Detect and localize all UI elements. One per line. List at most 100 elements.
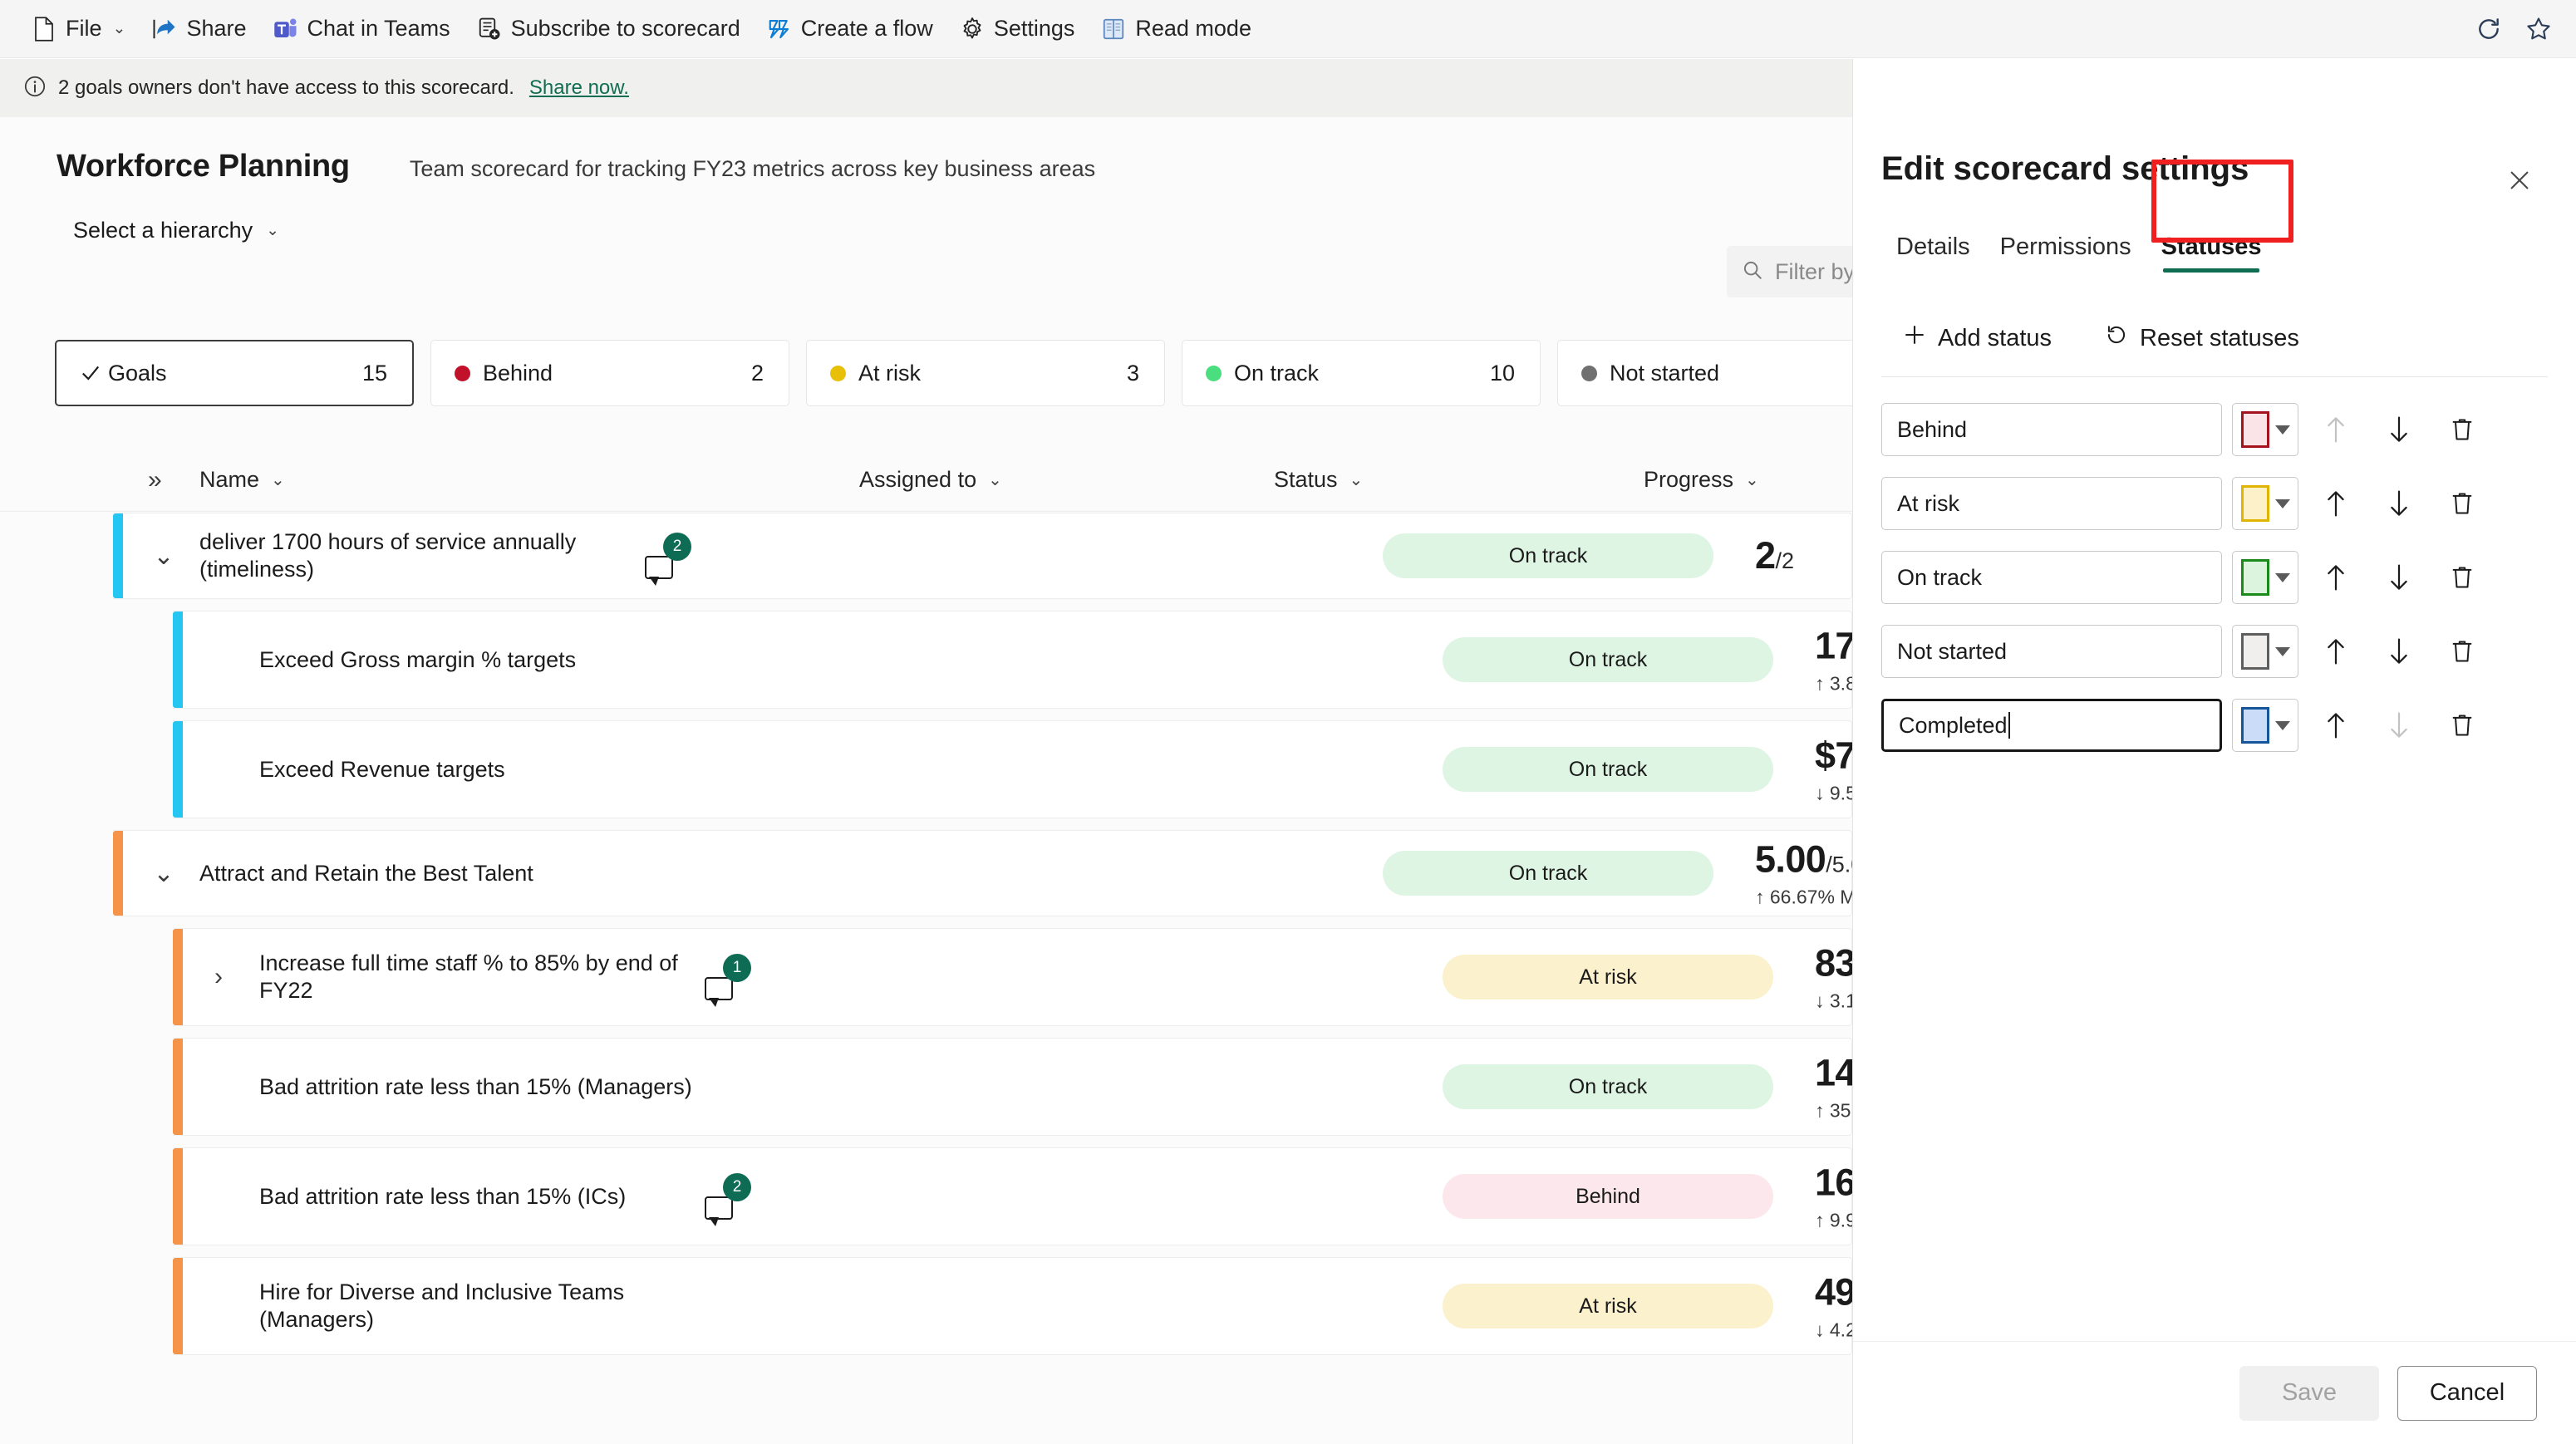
move-up-arrow-icon[interactable]: [2310, 700, 2362, 751]
table-row[interactable]: ⌄ deliver 1700 hours of service annually …: [113, 513, 1852, 599]
delete-trash-icon[interactable]: [2436, 700, 2488, 751]
color-swatch: [2241, 411, 2269, 448]
search-icon: [1742, 259, 1763, 285]
tab-permissions[interactable]: Permissions: [1985, 225, 2146, 279]
command-bar-right-icons: [2466, 0, 2561, 58]
command-bar: File ⌄ Share Chat in Teams Subscribe to …: [0, 0, 2576, 58]
status-color-picker[interactable]: [2232, 551, 2298, 604]
status-name-input[interactable]: Completed: [1881, 699, 2222, 752]
chevron-right-icon[interactable]: ›: [199, 958, 238, 996]
status-badge[interactable]: On track: [1443, 637, 1773, 682]
table-row[interactable]: Exceed Gross margin % targetsOn track17.…: [173, 611, 1989, 709]
expand-all-icon[interactable]: »: [148, 466, 162, 494]
refresh-icon[interactable]: [2466, 7, 2511, 52]
summary-pill-at-risk[interactable]: At risk 3: [806, 340, 1165, 406]
status-name-input[interactable]: On track: [1881, 551, 2222, 604]
status-dot-icon: [830, 365, 858, 381]
status-row: On track: [1881, 546, 2554, 609]
cancel-button[interactable]: Cancel: [2397, 1365, 2537, 1421]
move-up-arrow-icon[interactable]: [2310, 552, 2362, 603]
move-down-arrow-icon[interactable]: [2373, 404, 2425, 455]
move-down-arrow-icon[interactable]: [2373, 626, 2425, 677]
settings-button[interactable]: Settings: [946, 7, 1089, 51]
delete-trash-icon[interactable]: [2436, 478, 2488, 529]
add-status-button[interactable]: Add status: [1893, 317, 2062, 360]
move-down-arrow-icon[interactable]: [2373, 552, 2425, 603]
summary-pill-count: 2: [750, 360, 764, 386]
file-icon: [32, 16, 57, 42]
status-name-input[interactable]: Not started: [1881, 625, 2222, 678]
status-list: Behind At risk On track Not started Complete…: [1881, 398, 2554, 768]
move-down-arrow-icon: [2373, 700, 2425, 751]
table-row[interactable]: Hire for Diverse and Inclusive Teams (Ma…: [173, 1257, 1939, 1355]
move-up-arrow-icon[interactable]: [2310, 626, 2362, 677]
goal-name: deliver 1700 hours of service annually (…: [199, 529, 577, 582]
chat-in-teams-button[interactable]: Chat in Teams: [260, 7, 464, 51]
status-badge[interactable]: On track: [1383, 533, 1713, 578]
file-menu-button[interactable]: File ⌄: [18, 7, 139, 51]
summary-pill-count: 3: [1126, 360, 1139, 386]
favorite-star-icon[interactable]: [2516, 7, 2561, 52]
tab-details[interactable]: Details: [1881, 225, 1985, 279]
move-down-arrow-icon[interactable]: [2373, 478, 2425, 529]
status-badge[interactable]: On track: [1443, 1064, 1773, 1109]
column-header-status[interactable]: Status ⌄: [1274, 467, 1363, 493]
summary-pill-on-track[interactable]: On track 10: [1182, 340, 1541, 406]
reset-statuses-button[interactable]: Reset statuses: [2095, 317, 2309, 360]
progress-value: 5.00: [1755, 837, 1826, 881]
share-now-link[interactable]: Share now.: [529, 76, 629, 100]
save-button[interactable]: Save: [2239, 1365, 2379, 1421]
chevron-down-icon: [2275, 646, 2290, 656]
share-icon: [152, 17, 177, 42]
status-dot-icon: [1206, 365, 1234, 381]
chevron-down-icon[interactable]: ⌄: [145, 537, 183, 575]
status-color-picker[interactable]: [2232, 477, 2298, 530]
status-badge[interactable]: On track: [1443, 747, 1773, 792]
move-up-arrow-icon[interactable]: [2310, 478, 2362, 529]
status-row: Not started: [1881, 620, 2554, 683]
read-mode-label: Read mode: [1135, 16, 1251, 41]
delete-trash-icon[interactable]: [2436, 552, 2488, 603]
delete-trash-icon[interactable]: [2436, 626, 2488, 677]
table-row[interactable]: Bad attrition rate less than 15% (ICs) 2 B…: [173, 1147, 1939, 1245]
status-name-input[interactable]: At risk: [1881, 477, 2222, 530]
comment-icon[interactable]: 1: [705, 954, 751, 1007]
summary-pill-goals[interactable]: Goals 15: [55, 340, 414, 406]
table-row[interactable]: Exceed Revenue targetsOn track$70.72M/$6…: [173, 720, 2007, 818]
scorecard-app: File ⌄ Share Chat in Teams Subscribe to …: [0, 0, 2576, 1444]
status-summary-pills: Goals 15 Behind 2 At risk 3 On track 10 Not star…: [55, 340, 1916, 406]
table-row[interactable]: Bad attrition rate less than 15% (Manage…: [173, 1038, 1942, 1136]
chevron-down-icon[interactable]: ⌄: [145, 854, 183, 892]
status-badge[interactable]: At risk: [1443, 1284, 1773, 1329]
table-row[interactable]: › Increase full time staff % to 85% by en…: [173, 928, 1939, 1026]
column-header-assigned-to-label: Assigned to: [859, 467, 977, 492]
status-color-picker[interactable]: [2232, 699, 2298, 752]
tab-statuses[interactable]: Statuses: [2146, 225, 2277, 279]
goal-name: Exceed Gross margin % targets: [259, 646, 577, 672]
column-header-name[interactable]: Name ⌄: [199, 467, 285, 493]
table-row[interactable]: ⌄ Attract and Retain the Best Talent On tr…: [113, 830, 1882, 916]
read-mode-button[interactable]: Read mode: [1088, 7, 1265, 51]
scorecard-description: Team scorecard for tracking FY23 metrics…: [409, 156, 1096, 181]
status-badge[interactable]: Behind: [1443, 1174, 1773, 1219]
status-name-value: On track: [1897, 564, 1983, 590]
status-row: Behind: [1881, 398, 2554, 461]
status-color-picker[interactable]: [2232, 625, 2298, 678]
status-badge[interactable]: On track: [1383, 851, 1713, 896]
column-header-assigned-to[interactable]: Assigned to ⌄: [859, 467, 1002, 493]
close-icon[interactable]: [2500, 160, 2539, 200]
column-header-progress[interactable]: Progress ⌄: [1644, 467, 1759, 493]
share-button[interactable]: Share: [139, 7, 259, 51]
status-color-picker[interactable]: [2232, 403, 2298, 456]
delete-trash-icon[interactable]: [2436, 404, 2488, 455]
comment-icon[interactable]: 2: [645, 533, 691, 586]
status-name-input[interactable]: Behind: [1881, 403, 2222, 456]
create-a-flow-button[interactable]: Create a flow: [754, 7, 946, 51]
chevron-down-icon: [2275, 720, 2290, 730]
subscribe-to-scorecard-button[interactable]: Subscribe to scorecard: [464, 7, 754, 51]
status-badge[interactable]: At risk: [1443, 955, 1773, 1000]
select-hierarchy-dropdown[interactable]: Select a hierarchy ⌄: [65, 213, 288, 248]
summary-pill-behind[interactable]: Behind 2: [430, 340, 789, 406]
comment-icon[interactable]: 2: [705, 1173, 751, 1226]
row-category-color-bar: [173, 1039, 183, 1135]
